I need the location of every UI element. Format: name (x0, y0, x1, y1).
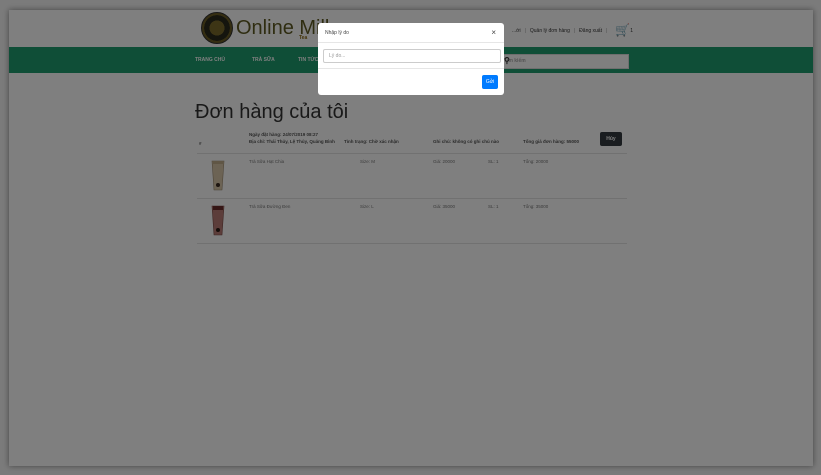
divider (318, 42, 504, 43)
submit-button[interactable]: Gửi (482, 75, 498, 89)
divider (318, 68, 504, 69)
reason-placeholder: Lý do... (329, 53, 346, 59)
close-icon[interactable]: × (491, 28, 496, 37)
reason-modal: Nhập lý do × Lý do... Gửi (318, 23, 504, 95)
modal-title: Nhập lý do (325, 30, 349, 36)
reason-input[interactable]: Lý do... (323, 49, 501, 63)
